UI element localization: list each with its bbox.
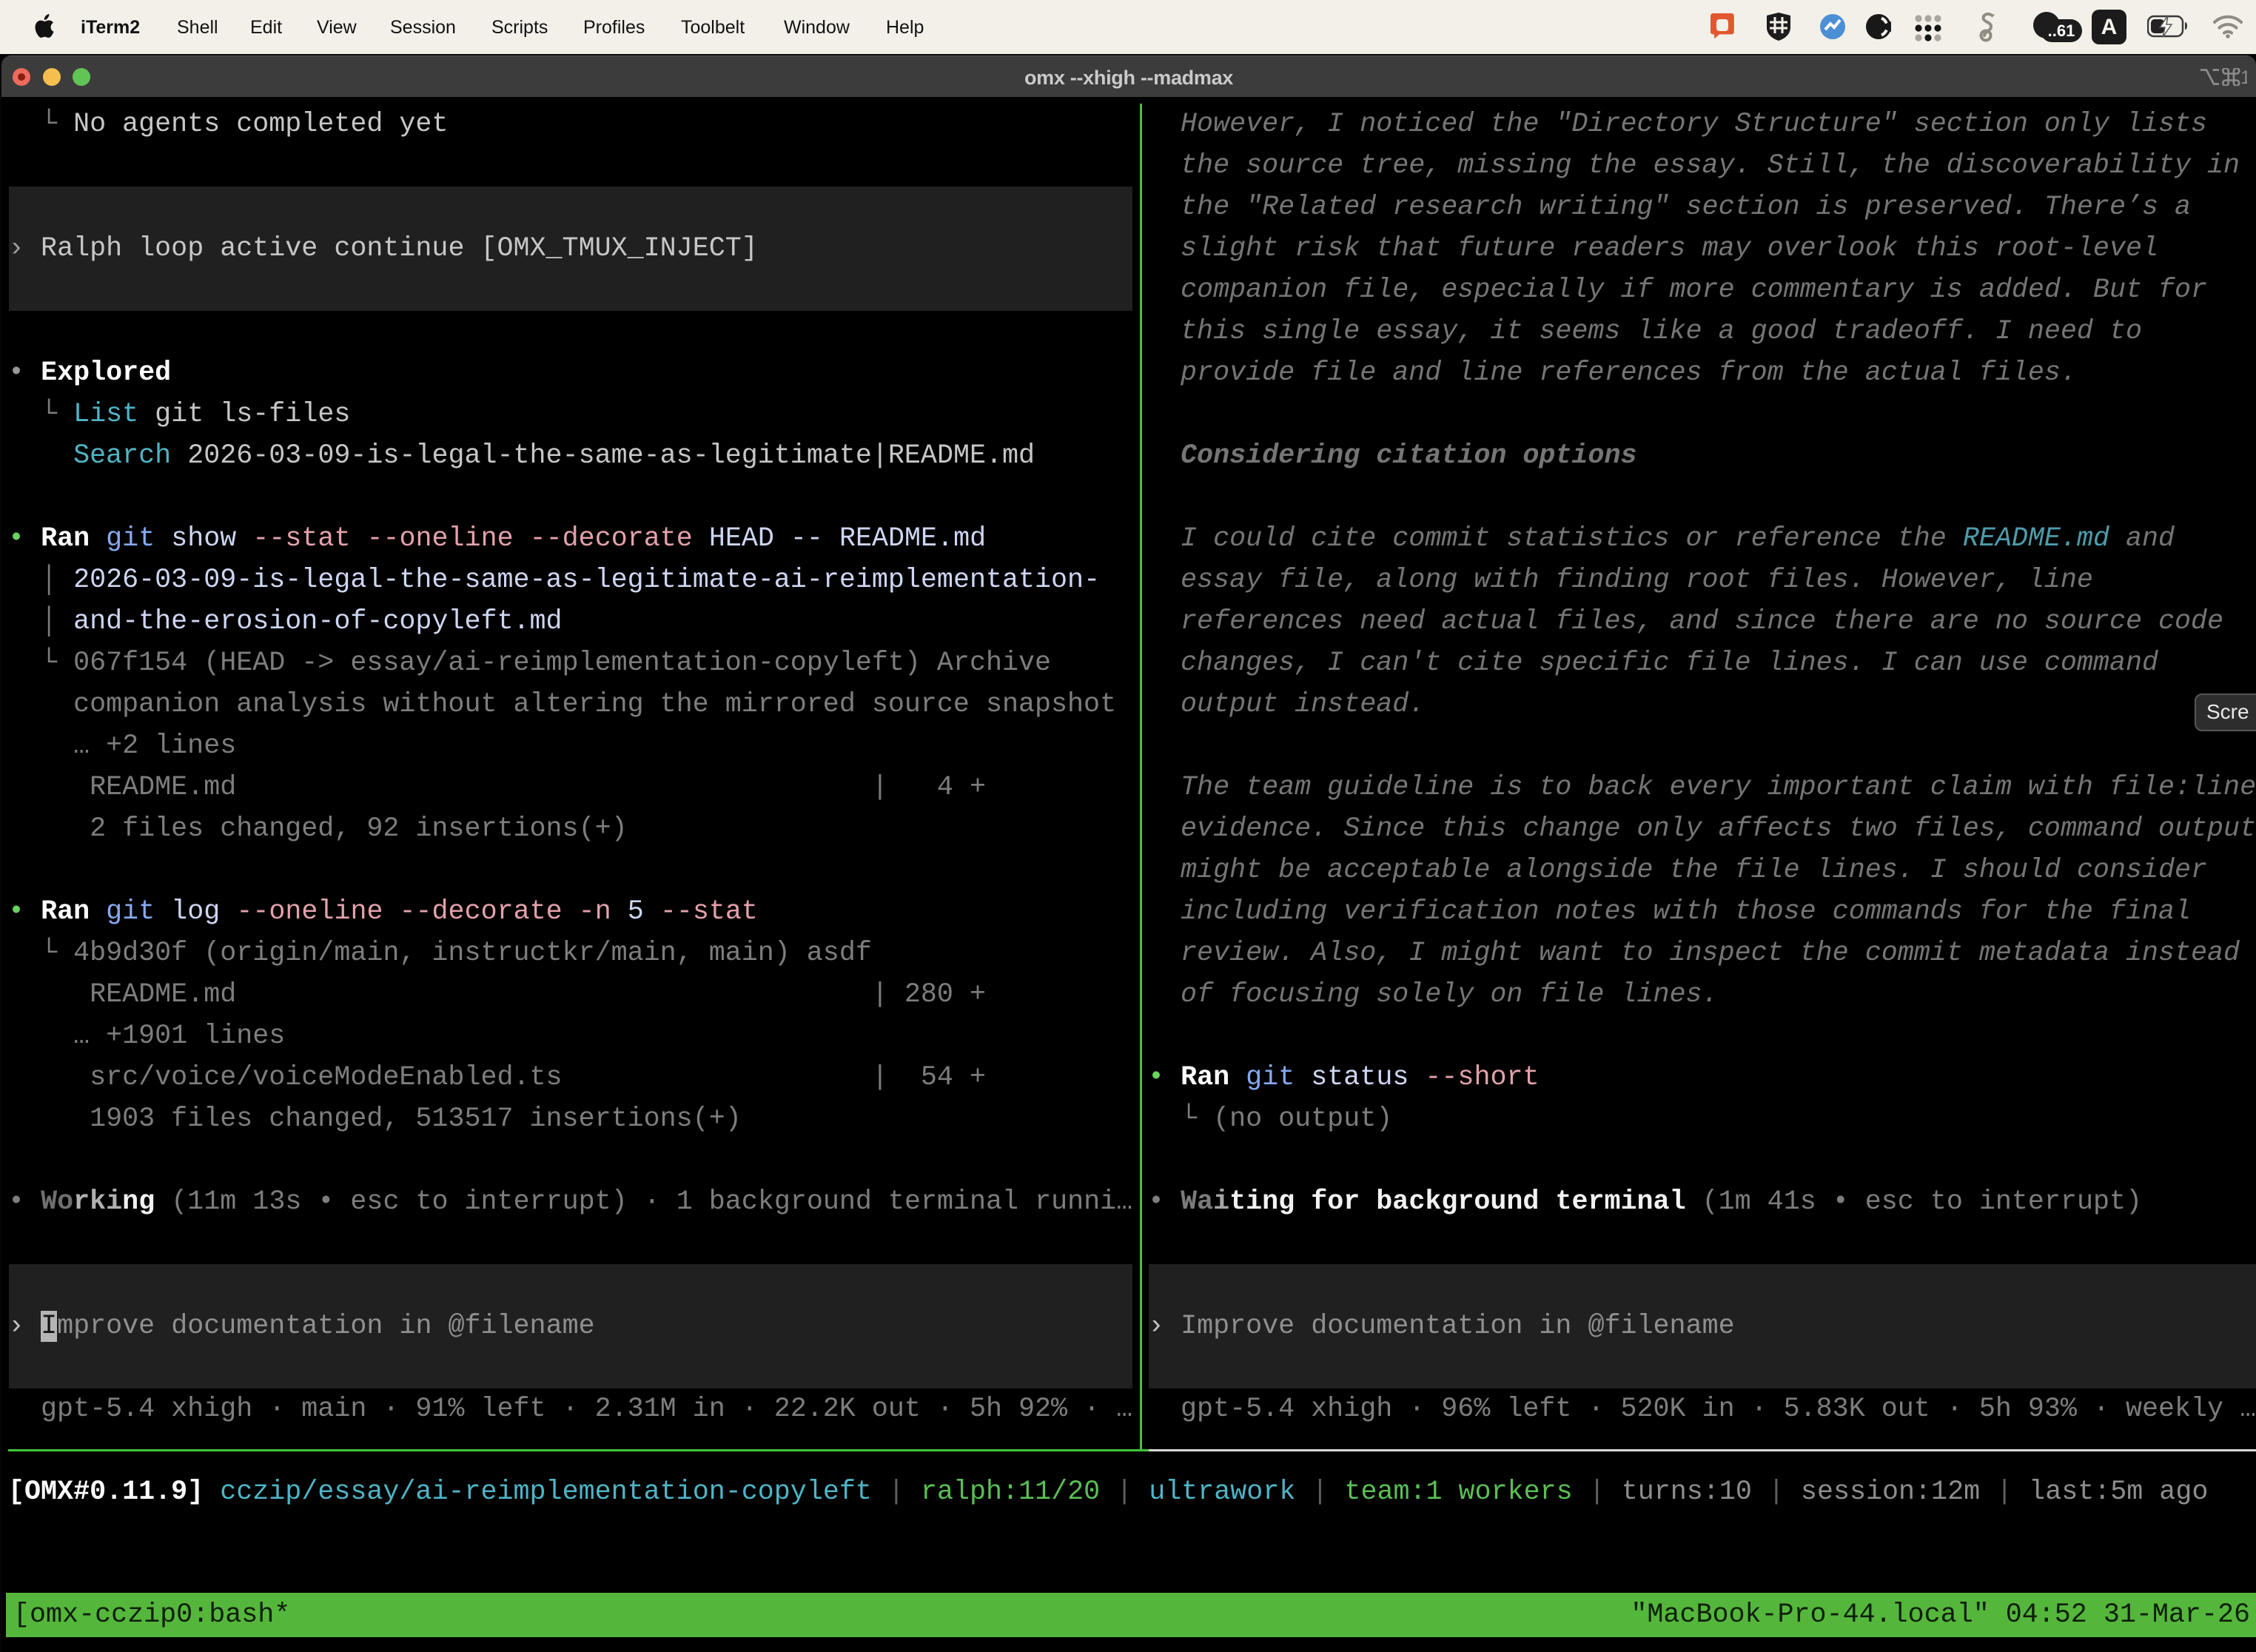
- svg-text:1: 1: [2240, 68, 2247, 86]
